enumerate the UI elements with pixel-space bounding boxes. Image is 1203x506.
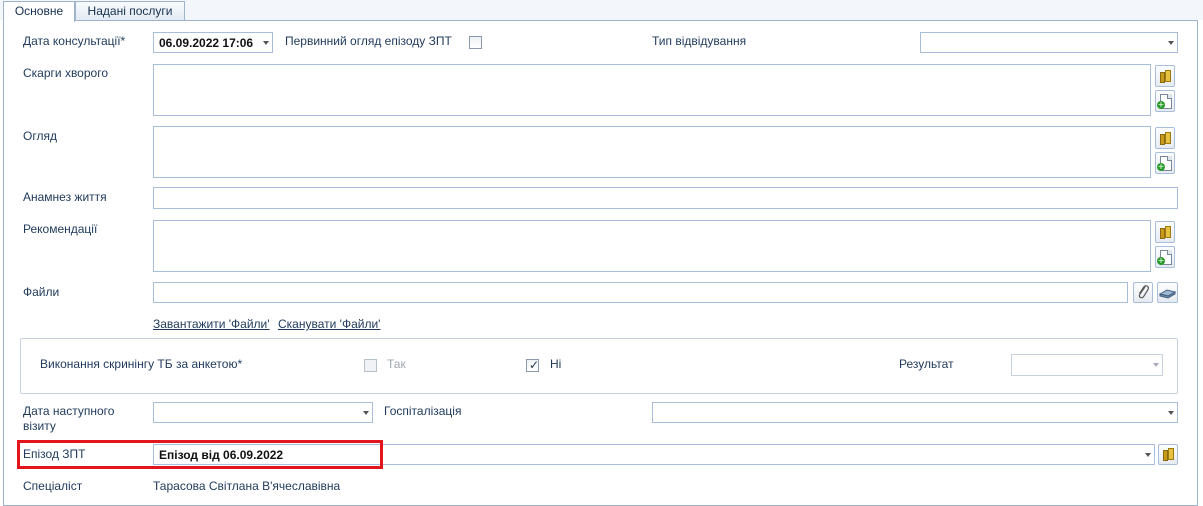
paperclip-icon [1138,285,1149,299]
specialist-label: Спеціаліст [23,479,83,493]
complaints-dictionary-button[interactable] [1155,65,1175,87]
scan-file-button[interactable] [1157,282,1178,303]
tb-yes-label: Так [387,357,406,371]
chevron-down-icon[interactable] [1153,363,1159,367]
scan-files-link[interactable]: Сканувати 'Файли' [278,317,380,331]
files-label: Файли [23,285,60,299]
specialist-value: Тарасова Світлана В'ячеславівна [153,479,341,493]
tb-no-checkbox[interactable]: ✓ [526,358,540,372]
book-icon [1160,226,1171,239]
files-input[interactable] [153,282,1128,303]
tb-yes-checkbox[interactable] [364,359,377,372]
chevron-down-icon[interactable] [1168,40,1174,45]
complaints-textarea[interactable] [153,64,1151,116]
document-add-icon: + [1157,156,1172,171]
attach-file-button[interactable] [1133,282,1153,303]
consult-date-picker[interactable]: 06.09.2022 17:06 [153,32,273,53]
recommendations-dictionary-button[interactable] [1155,221,1175,243]
result-label: Результат [899,357,954,371]
scanner-icon [1158,289,1177,299]
exam-dictionary-button[interactable] [1155,127,1175,149]
complaints-template-button[interactable]: + [1155,90,1175,112]
tab-provided-services[interactable]: Надані послуги [75,1,185,21]
book-icon [1163,448,1174,461]
next-visit-date-picker[interactable] [153,402,373,423]
checkmark-icon: ✓ [529,358,540,372]
result-select[interactable] [1011,354,1163,376]
chevron-down-icon[interactable] [1145,452,1151,457]
exam-label: Огляд [23,129,57,143]
tab-main[interactable]: Основне [3,1,75,22]
recommendations-template-button[interactable]: + [1155,246,1175,268]
episode-dictionary-button[interactable] [1158,444,1178,465]
book-icon [1160,70,1171,83]
visit-type-select[interactable] [920,32,1178,53]
upload-files-link[interactable]: Завантажити 'Файли' [153,317,270,331]
consult-date-value: 06.09.2022 17:06 [159,36,254,50]
anamnesis-input[interactable] [153,187,1178,209]
chevron-down-icon[interactable] [363,410,369,415]
document-add-icon: + [1157,250,1172,265]
primary-exam-label: Первинний огляд епізоду ЗПТ [285,34,452,48]
consult-date-label: Дата консультації* [23,34,126,48]
book-icon [1160,132,1171,145]
primary-exam-checkbox[interactable] [469,36,482,49]
chevron-down-icon[interactable] [263,40,269,45]
recommendations-textarea[interactable] [153,220,1151,272]
tb-no-label: Ні [550,357,562,371]
hospitalization-select[interactable] [652,402,1178,423]
episode-highlight-frame [17,440,383,469]
recommendations-label: Рекомендації [23,222,98,236]
document-add-icon: + [1157,94,1172,109]
chevron-down-icon[interactable] [1168,410,1174,415]
visit-type-label: Тип відвідування [652,34,747,48]
exam-template-button[interactable]: + [1155,152,1175,174]
hospitalization-label: Госпіталізація [384,404,462,418]
tb-screening-label: Виконання скринінгу ТБ за анкетою* [40,357,243,371]
complaints-label: Скарги хворого [23,66,108,80]
exam-textarea[interactable] [153,126,1151,178]
next-visit-label: Дата наступного візиту [23,404,115,433]
anamnesis-label: Анамнез життя [23,190,107,204]
